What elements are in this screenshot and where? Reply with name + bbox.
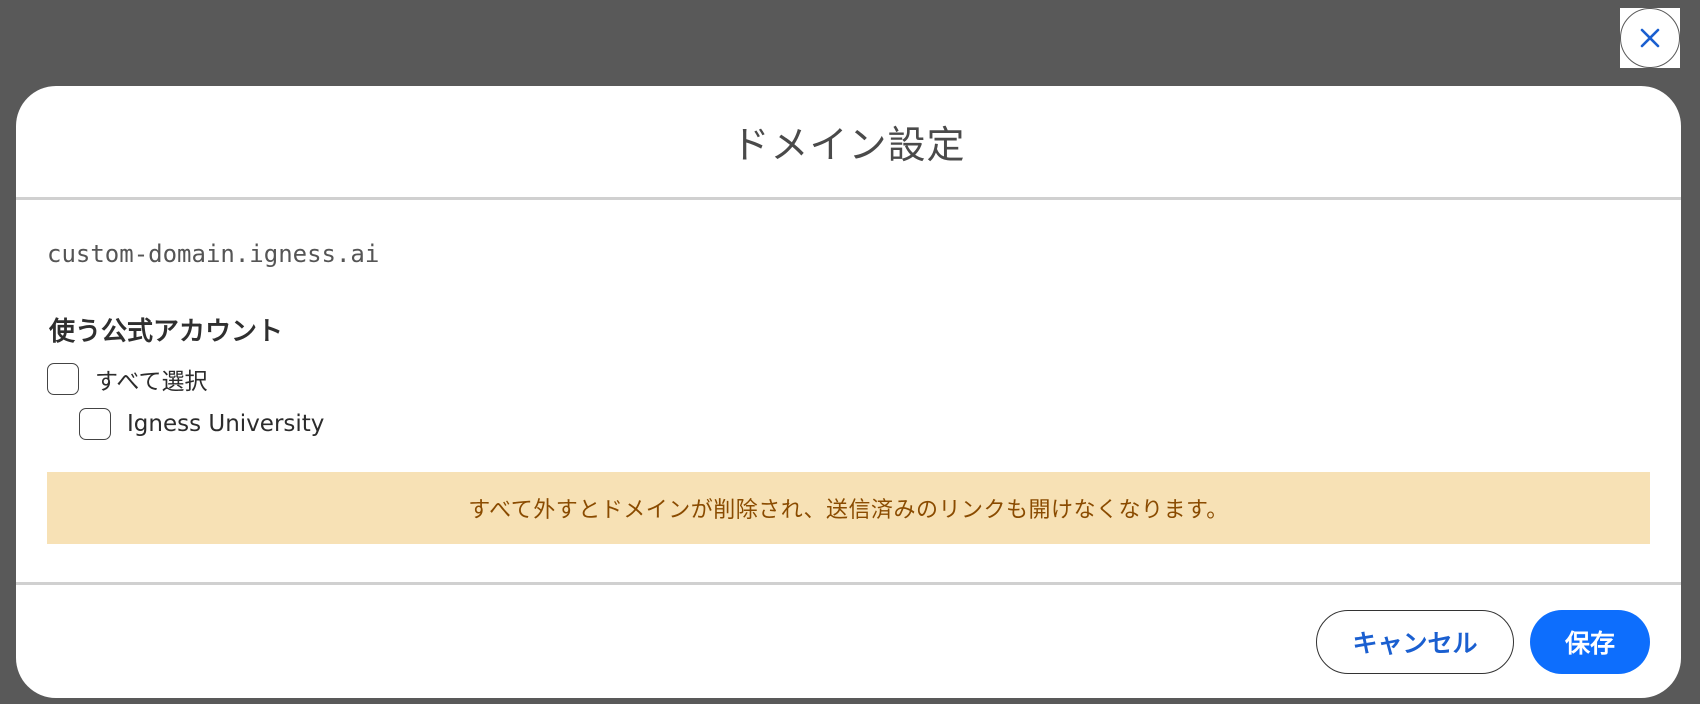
close-button-container [1620,8,1680,68]
close-icon [1640,28,1660,48]
modal-title: ドメイン設定 [731,123,966,167]
select-all-row[interactable]: すべて選択 [47,363,1650,395]
cancel-button[interactable]: キャンセル [1316,609,1514,674]
modal-header: ドメイン設定 [16,86,1681,200]
account-checkbox[interactable] [79,408,111,440]
account-row[interactable]: Igness University [47,408,1650,440]
save-button[interactable]: 保存 [1530,609,1650,674]
domain-settings-modal: ドメイン設定 custom-domain.igness.ai 使う公式アカウント… [16,86,1681,698]
warning-banner: すべて外すとドメインが削除され、送信済みのリンクも開けなくなります。 [47,472,1650,544]
modal-footer: キャンセル 保存 [16,582,1681,698]
warning-text: すべて外すとドメインが削除され、送信済みのリンクも開けなくなります。 [468,498,1229,523]
account-label: Igness University [127,411,325,437]
select-all-checkbox[interactable] [47,363,79,395]
domain-name: custom-domain.igness.ai [47,240,380,268]
modal-body: custom-domain.igness.ai 使う公式アカウント すべて選択 … [16,200,1681,582]
accounts-section-label: 使う公式アカウント [49,317,284,347]
close-button[interactable] [1620,8,1680,68]
select-all-label: すべて選択 [95,369,208,395]
